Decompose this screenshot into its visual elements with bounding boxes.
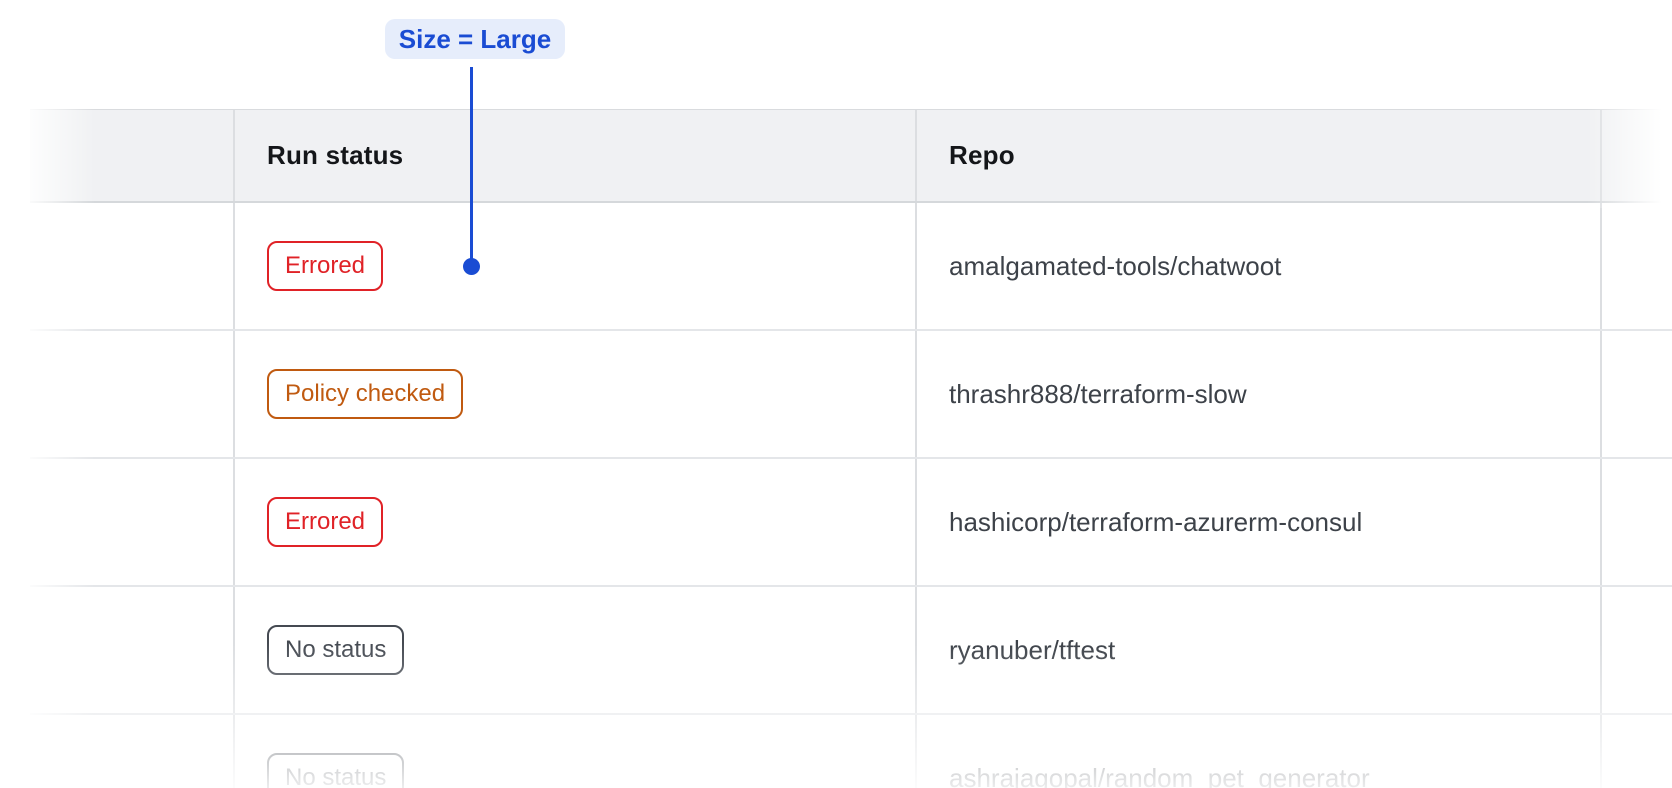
extra-cell: [1600, 587, 1672, 713]
screenshot-stage: Run status Repo Errored amalgamated-tool…: [0, 0, 1672, 788]
run-status-badge: Errored: [267, 497, 383, 547]
run-status-badge: No status: [267, 625, 404, 675]
extra-cell: [1600, 331, 1672, 457]
run-status-badge: Errored: [267, 241, 383, 291]
run-status-cell: Policy checked: [233, 331, 915, 457]
run-status-column-header: Run status: [267, 140, 403, 171]
run-status-cell: No status: [233, 587, 915, 713]
table-row[interactable]: Policy checked thrashr888/terraform-slow: [30, 331, 1672, 459]
run-status-badge: No status: [267, 753, 404, 788]
repo-name: ryanuber/tftest: [949, 635, 1115, 666]
run-status-cell: Errored: [233, 203, 915, 329]
repo-column-header: Repo: [949, 140, 1015, 171]
run-status-cell: No status: [233, 715, 915, 788]
spacer-cell: [30, 715, 233, 788]
repo-name: thrashr888/terraform-slow: [949, 379, 1247, 410]
annotation-pointer-dot: [463, 258, 480, 275]
repo-cell: hashicorp/terraform-azurerm-consul: [915, 459, 1600, 585]
repo-name: hashicorp/terraform-azurerm-consul: [949, 507, 1362, 538]
spacer-cell: [30, 459, 233, 585]
header-cell-run-status: Run status: [233, 110, 915, 201]
runs-table: Run status Repo Errored amalgamated-tool…: [30, 109, 1672, 788]
extra-cell: [1600, 459, 1672, 585]
spacer-cell: [30, 587, 233, 713]
annotation-label: Size = Large: [385, 19, 565, 59]
table-header-row: Run status Repo: [30, 109, 1672, 203]
spacer-cell: [30, 331, 233, 457]
header-cell-spacer: [30, 110, 233, 201]
extra-cell: [1600, 203, 1672, 329]
annotation-pointer-line: [470, 67, 473, 259]
repo-name: ashrajagopal/random_pet_generator: [949, 763, 1370, 788]
extra-cell: [1600, 715, 1672, 788]
run-status-badge: Policy checked: [267, 369, 463, 419]
table-row[interactable]: Errored hashicorp/terraform-azurerm-cons…: [30, 459, 1672, 587]
repo-name: amalgamated-tools/chatwoot: [949, 251, 1281, 282]
table-row[interactable]: Errored amalgamated-tools/chatwoot: [30, 203, 1672, 331]
header-cell-repo: Repo: [915, 110, 1600, 201]
table-row[interactable]: No status ryanuber/tftest: [30, 587, 1672, 715]
repo-cell: ryanuber/tftest: [915, 587, 1600, 713]
header-cell-extra: [1600, 110, 1672, 201]
table-row[interactable]: No status ashrajagopal/random_pet_genera…: [30, 715, 1672, 788]
run-status-cell: Errored: [233, 459, 915, 585]
spacer-cell: [30, 203, 233, 329]
repo-cell: thrashr888/terraform-slow: [915, 331, 1600, 457]
repo-cell: amalgamated-tools/chatwoot: [915, 203, 1600, 329]
repo-cell: ashrajagopal/random_pet_generator: [915, 715, 1600, 788]
